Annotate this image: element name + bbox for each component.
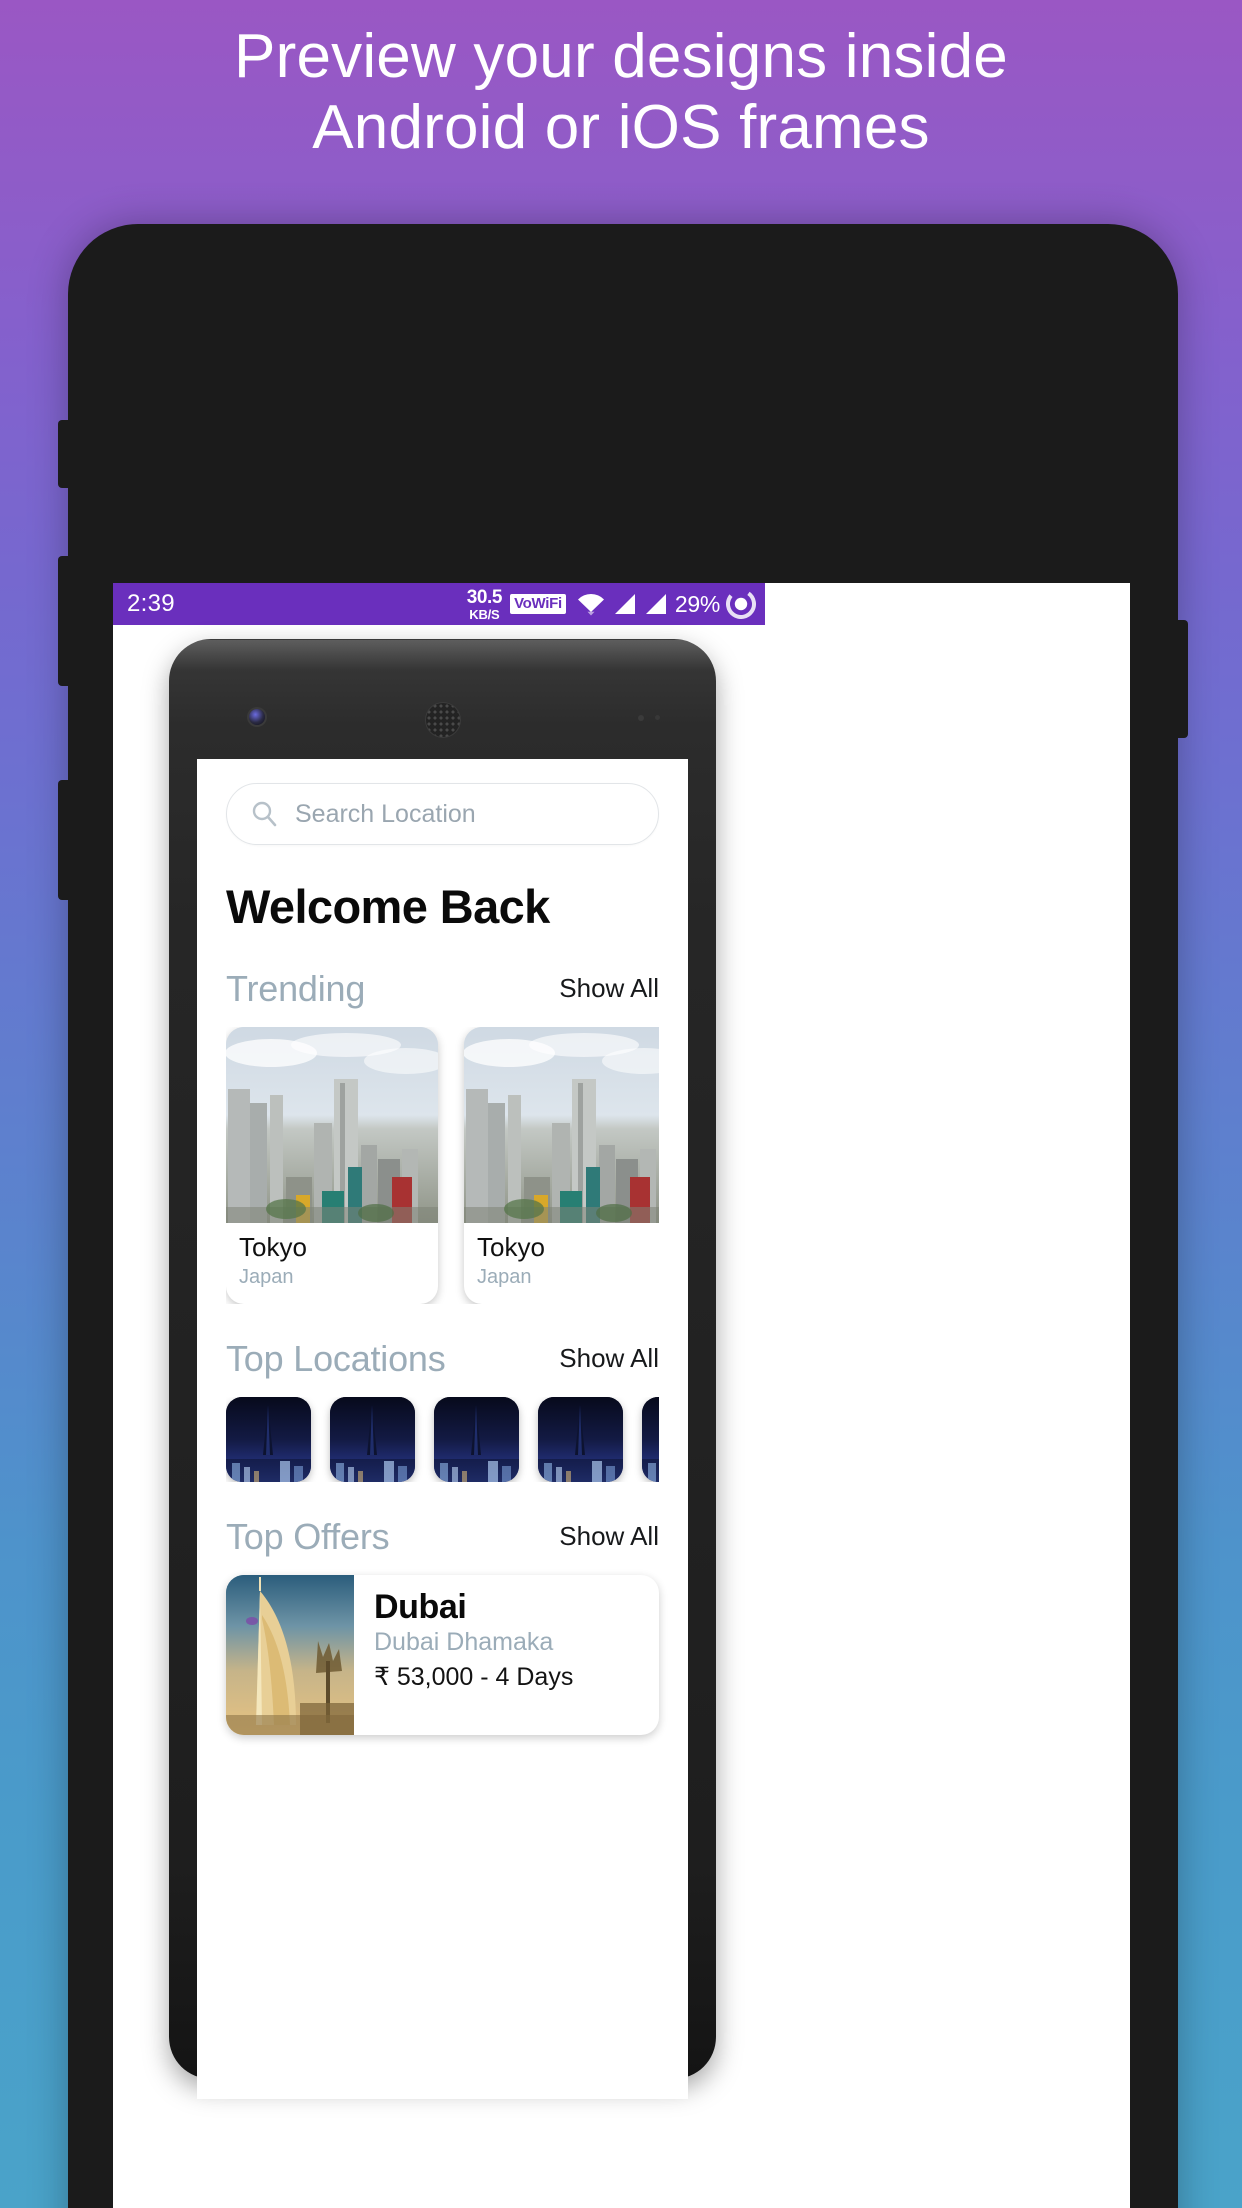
trending-card[interactable]: Tokyo Japan bbox=[226, 1027, 438, 1305]
section-header-top-offers: Top Offers Show All bbox=[226, 1516, 659, 1558]
trending-card[interactable]: Tokyo Japan bbox=[464, 1027, 659, 1305]
trending-card-meta: Tokyo Japan bbox=[226, 1223, 438, 1304]
proximity-sensor-icon bbox=[638, 715, 644, 721]
device-button-right-1[interactable] bbox=[1176, 620, 1188, 738]
status-bar-clock: 2:39 bbox=[127, 590, 175, 617]
signal-bars-icon bbox=[613, 593, 637, 615]
vowifi-label: VoWiFi bbox=[514, 595, 562, 613]
search-icon bbox=[249, 799, 279, 829]
trending-card-meta: Tokyo Japan bbox=[464, 1223, 659, 1304]
front-camera-icon bbox=[249, 709, 265, 725]
page-title: Welcome Back bbox=[226, 880, 550, 933]
top-location-thumb[interactable] bbox=[538, 1397, 623, 1483]
inner-phone-mockup: Search Location Welcome Back Trending Sh… bbox=[169, 625, 716, 2099]
inner-phone-body: Search Location Welcome Back Trending Sh… bbox=[169, 639, 716, 2099]
trending-card-list[interactable]: Tokyo Japan Tokyo Japan bbox=[226, 1027, 659, 1305]
outer-phone-screen: 2:39 30.5 KB/S VoWiFi 29% Search Locatio… bbox=[113, 583, 1130, 2208]
promo-headline: Preview your designs inside Android or i… bbox=[234, 22, 1008, 162]
network-speed-value: 30.5 bbox=[466, 586, 503, 608]
signal-bars-icon-2 bbox=[644, 593, 668, 615]
trending-card-image bbox=[464, 1027, 659, 1223]
trending-card-city: Tokyo bbox=[477, 1232, 545, 1262]
show-all-top-locations-link[interactable]: Show All bbox=[559, 1343, 659, 1380]
earpiece-speaker-icon bbox=[425, 703, 460, 737]
section-title-top-offers: Top Offers bbox=[226, 1516, 390, 1558]
search-placeholder: Search Location bbox=[295, 799, 476, 828]
top-location-thumb[interactable] bbox=[226, 1397, 311, 1483]
light-sensor-icon bbox=[655, 715, 660, 720]
battery-circle-icon bbox=[726, 589, 756, 619]
wifi-icon bbox=[576, 592, 606, 616]
section-title-trending: Trending bbox=[226, 968, 366, 1009]
battery-percent-label: 29% bbox=[674, 590, 720, 617]
trending-card-country: Japan bbox=[477, 1266, 532, 1289]
top-location-thumb[interactable] bbox=[330, 1397, 415, 1483]
offer-card[interactable]: Dubai Dubai Dhamaka ₹ 53,000 - 4 Days bbox=[226, 1575, 659, 1736]
top-locations-list[interactable] bbox=[226, 1397, 659, 1483]
trending-card-country: Japan bbox=[239, 1266, 294, 1289]
app-content: Search Location Welcome Back Trending Sh… bbox=[197, 759, 688, 1736]
top-location-thumb[interactable] bbox=[434, 1397, 519, 1483]
offer-card-meta: Dubai Dubai Dhamaka ₹ 53,000 - 4 Days bbox=[354, 1575, 591, 1735]
show-all-top-offers-link[interactable]: Show All bbox=[559, 1521, 659, 1558]
offer-card-city: Dubai bbox=[374, 1588, 467, 1627]
offer-card-subtitle: Dubai Dhamaka bbox=[374, 1628, 554, 1657]
network-speed-indicator: 30.5 KB/S bbox=[466, 586, 503, 622]
trending-card-image bbox=[226, 1027, 438, 1223]
promo-banner: Preview your designs inside Android or i… bbox=[0, 0, 1242, 2208]
section-header-top-locations: Top Locations Show All bbox=[226, 1338, 659, 1380]
offer-card-image bbox=[226, 1575, 354, 1736]
inner-phone-screen: Search Location Welcome Back Trending Sh… bbox=[197, 759, 688, 2099]
top-location-thumb[interactable] bbox=[642, 1397, 659, 1483]
search-input[interactable]: Search Location bbox=[226, 783, 659, 845]
section-header-trending: Trending Show All bbox=[226, 968, 659, 1010]
device-button-left-3[interactable] bbox=[58, 780, 70, 900]
section-title-top-locations: Top Locations bbox=[226, 1338, 446, 1380]
device-button-left-2[interactable] bbox=[58, 556, 70, 686]
show-all-trending-link[interactable]: Show All bbox=[559, 973, 659, 1010]
status-bar: 2:39 30.5 KB/S VoWiFi 29% bbox=[113, 583, 765, 625]
vowifi-badge: VoWiFi bbox=[510, 594, 566, 614]
trending-card-city: Tokyo bbox=[239, 1232, 307, 1262]
offer-card-price: ₹ 53,000 - 4 Days bbox=[374, 1662, 574, 1691]
network-speed-unit: KB/S bbox=[469, 606, 500, 622]
device-button-left-1[interactable] bbox=[58, 420, 70, 488]
